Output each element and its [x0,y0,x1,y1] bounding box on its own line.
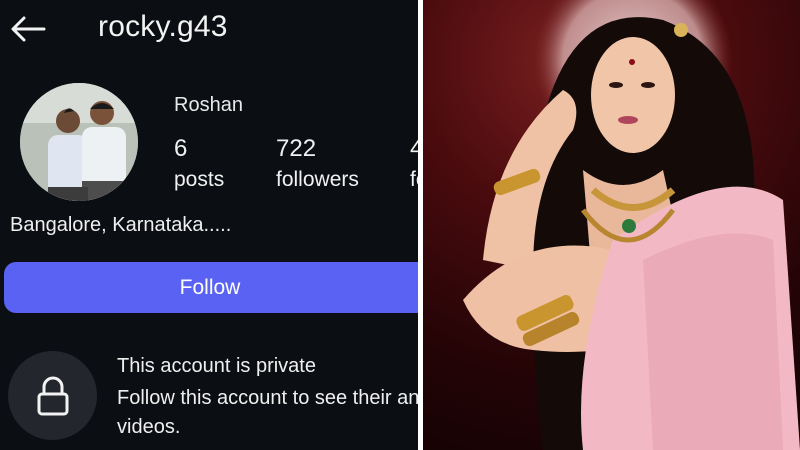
posts-count: 6 [174,135,188,162]
private-account-description: Follow this account to see their and vid… [117,387,418,438]
avatar-photo [20,83,138,201]
following-stat[interactable]: 4 fo [410,134,418,193]
posts-label: posts [174,168,225,191]
followers-stat[interactable]: 722 followers [276,134,359,193]
portrait-illustration [463,0,800,450]
follow-button[interactable]: Follow [4,262,418,313]
back-arrow-icon [11,16,46,42]
profile-username: rocky.g43 [98,10,228,43]
portrait-photo [423,0,800,450]
posts-stat[interactable]: 6 posts [174,134,224,193]
following-label: fo [410,168,418,191]
profile-screen: rocky.g43 Roshan 6 posts 722 followers 4… [0,0,418,450]
avatar[interactable] [20,83,138,201]
following-count: 4 [410,135,418,162]
profile-display-name: Roshan [174,94,243,116]
profile-bio: Bangalore, Karnataka..... [10,214,232,236]
followers-count: 722 [276,135,317,162]
private-account-title: This account is private [117,355,316,377]
back-button[interactable] [8,12,48,46]
followers-label: followers [276,168,359,191]
lock-icon [37,376,68,415]
private-lock-badge [8,351,97,440]
